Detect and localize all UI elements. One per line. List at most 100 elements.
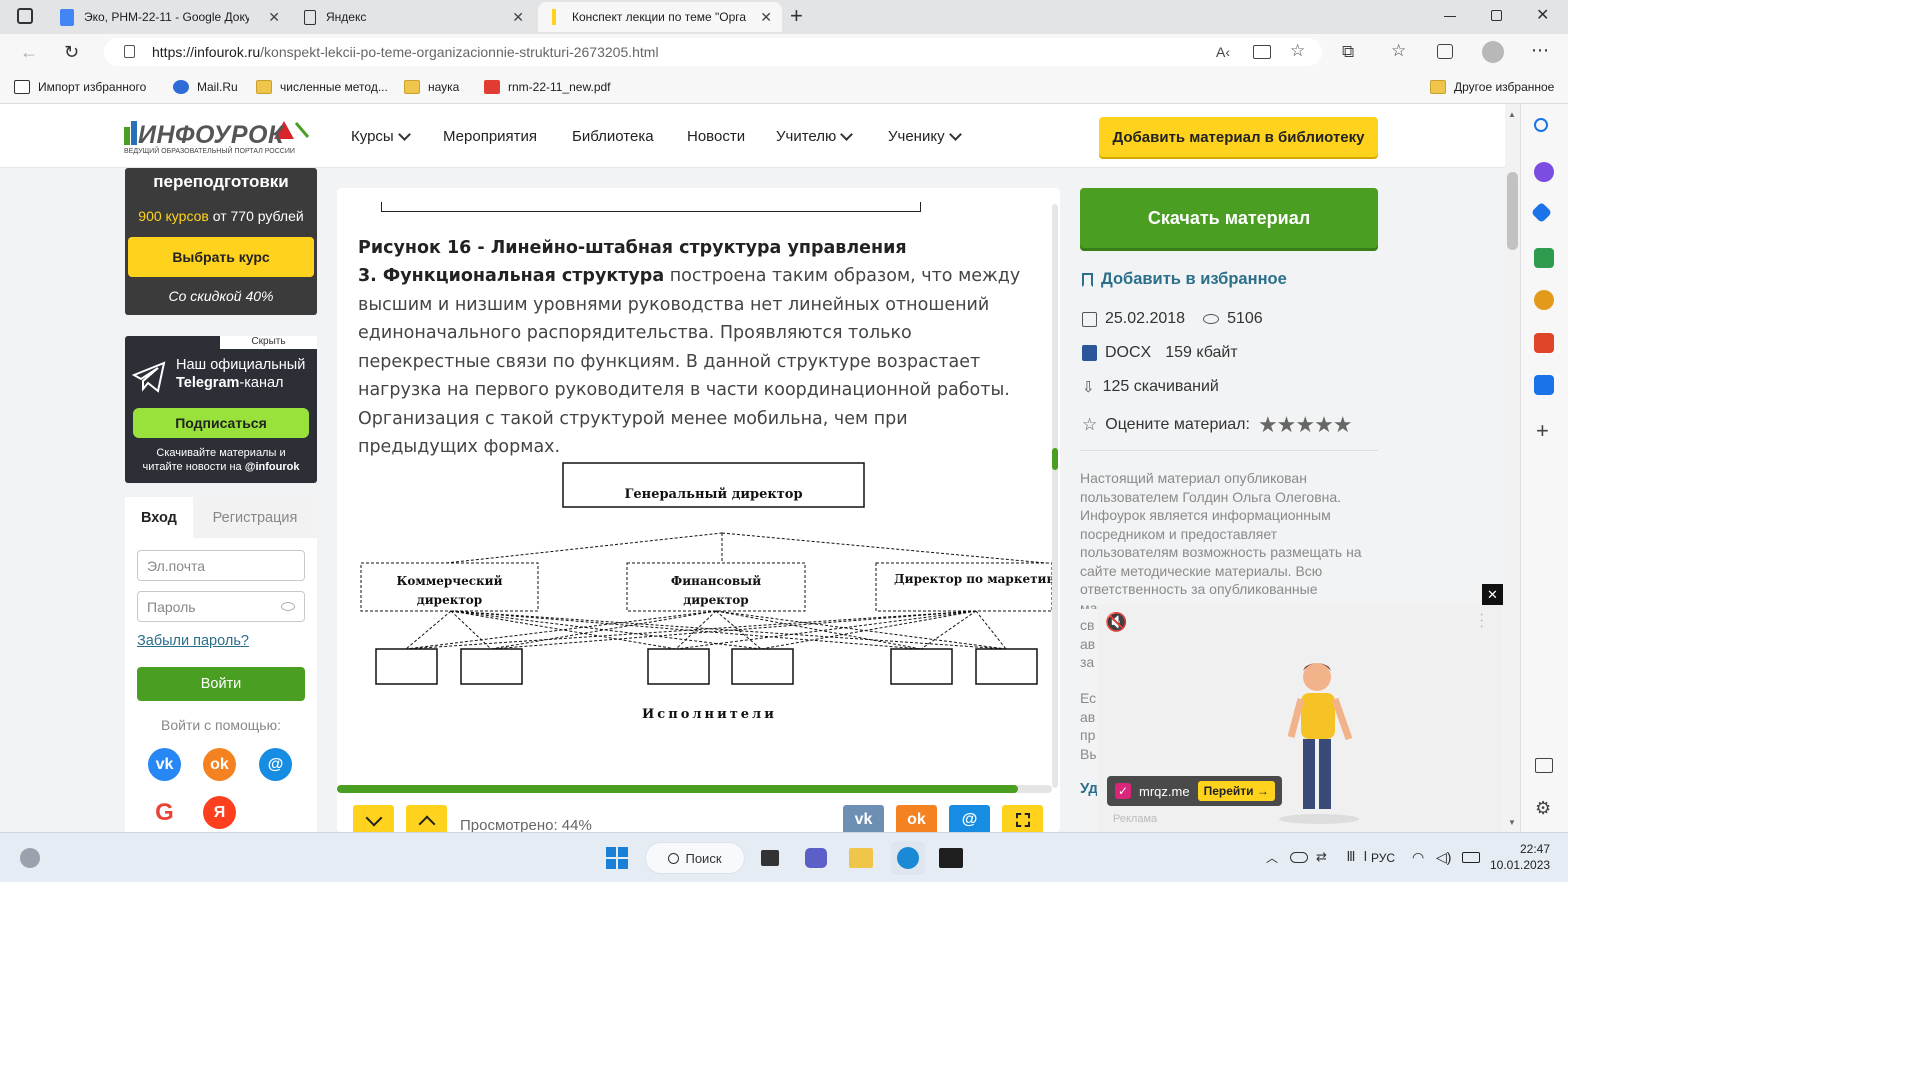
extensions-icon[interactable]: ⧉ (1342, 42, 1354, 62)
ad-label: Реклама (1113, 813, 1158, 825)
refresh-icon[interactable]: ↻ (64, 42, 79, 63)
nav-teacher[interactable]: Учителю (776, 127, 854, 145)
vk-login-button[interactable]: vk (148, 748, 181, 781)
teams-chat-icon[interactable] (805, 848, 827, 868)
reader-icon[interactable] (1253, 45, 1271, 59)
share-mailru-button[interactable]: @ (949, 805, 990, 832)
rating-stars[interactable]: ★★★★★ (1258, 412, 1353, 438)
yandex-login-button[interactable]: Я (203, 796, 236, 829)
task-view-icon[interactable] (761, 850, 779, 866)
maximize-icon[interactable] (1491, 10, 1502, 21)
add-to-favorites-link[interactable]: Добавить в избранное (1082, 270, 1287, 289)
forgot-password-link[interactable]: Забыли пароль? (137, 633, 249, 649)
minimize-icon[interactable] (1444, 16, 1456, 17)
tab-infourok[interactable]: Конспект лекции по теме "Орга ✕ (538, 2, 782, 32)
scroll-up-button[interactable] (406, 805, 447, 832)
games-icon[interactable] (1534, 290, 1554, 310)
ok-login-button[interactable]: ok (203, 748, 236, 781)
fav-folder-methods[interactable]: численные метод... (256, 77, 388, 97)
password-field[interactable]: Пароль (137, 591, 305, 622)
widgets-icon[interactable] (20, 848, 40, 868)
fav-other[interactable]: Другое избранное (1430, 77, 1554, 97)
site-logo[interactable]: ИНФОУРОК ВЕДУЩИЙ ОБРАЗОВАТЕЛЬНЫЙ ПОРТАЛ … (124, 117, 314, 159)
more-menu-icon[interactable]: ⋯ (1531, 40, 1549, 61)
share-vk-button[interactable]: vk (843, 805, 884, 832)
fav-mailru[interactable]: Mail.Ru (173, 77, 238, 97)
hide-promo-link[interactable]: Скрыть (220, 336, 317, 349)
close-tab-icon[interactable]: ✕ (262, 9, 280, 26)
scroll-down-button[interactable] (353, 805, 394, 832)
close-tab-icon[interactable]: ✕ (754, 9, 772, 26)
close-window-icon[interactable]: ✕ (1536, 5, 1549, 25)
viewer-scrollbar[interactable] (1052, 204, 1058, 788)
fav-pdf[interactable]: rnm-22-11_new.pdf (484, 77, 611, 97)
fav-import[interactable]: Импорт избранного (14, 77, 146, 97)
login-button[interactable]: Войти (137, 667, 305, 701)
url-field[interactable]: https://infourok.ru/konspekt-lekcii-po-t… (104, 38, 1322, 66)
profile-avatar[interactable] (1482, 41, 1504, 63)
tray-icons[interactable]: ⇄ ⅢⅠ (1316, 849, 1375, 865)
nav-library[interactable]: Библиотека (572, 128, 654, 145)
scroll-down-arrow[interactable]: ▼ (1508, 818, 1516, 827)
tab-yandex[interactable]: Яндекс ✕ (294, 2, 534, 32)
read-aloud-icon[interactable]: A‹ (1216, 44, 1230, 60)
wifi-icon[interactable]: ◠ (1412, 849, 1424, 866)
scroll-up-arrow[interactable]: ▲ (1508, 110, 1516, 119)
viewer-scroll-thumb[interactable] (1052, 448, 1058, 470)
download-material-button[interactable]: Скачать материал (1080, 188, 1378, 248)
email-field[interactable]: Эл.почта (137, 550, 305, 581)
add-sidebar-icon[interactable]: + (1536, 418, 1549, 444)
edge-taskbar-icon[interactable] (891, 841, 925, 875)
add-material-button[interactable]: Добавить материал в библиотеку (1099, 117, 1378, 157)
show-password-icon[interactable] (281, 602, 295, 611)
battery-icon[interactable] (1462, 852, 1480, 863)
add-favorite-icon[interactable]: ☆ (1290, 41, 1305, 61)
google-login-button[interactable]: G (148, 796, 181, 829)
outlook-icon[interactable] (1534, 375, 1554, 395)
scroll-thumb[interactable] (1507, 172, 1518, 250)
start-button[interactable] (606, 847, 628, 869)
new-tab-button[interactable]: + (790, 3, 803, 29)
tab-register[interactable]: Регистрация (193, 497, 317, 538)
nav-news[interactable]: Новости (687, 128, 745, 145)
tools-icon[interactable] (1534, 248, 1554, 268)
ad-menu-icon[interactable]: · · · (1479, 607, 1484, 635)
fullscreen-button[interactable] (1002, 805, 1043, 832)
office-icon[interactable] (1534, 333, 1554, 353)
choose-course-button[interactable]: Выбрать курс (128, 237, 314, 277)
subscribe-button[interactable]: Подписаться (133, 408, 309, 438)
page-scrollbar[interactable]: ▲ ▼ (1505, 104, 1520, 832)
ad-go-button[interactable]: Перейти → (1197, 781, 1275, 801)
file-explorer-icon[interactable] (849, 848, 873, 868)
tray-chevron-icon[interactable]: ︿ (1266, 849, 1278, 866)
onedrive-icon[interactable] (1290, 852, 1308, 863)
nav-courses[interactable]: Курсы (351, 127, 411, 145)
back-icon[interactable]: ← (20, 42, 38, 63)
video-ad[interactable]: 🔇 · · · ✓ mrqz.me Перейти → Реклама (1097, 604, 1502, 832)
split-view-icon[interactable] (1535, 758, 1553, 773)
notice-link-fragment[interactable]: Уд (1080, 780, 1098, 797)
search-icon[interactable] (1534, 118, 1548, 132)
download-icon: ⇩ (1082, 379, 1095, 396)
ad-cta-bar[interactable]: ✓ mrqz.me Перейти → (1107, 776, 1282, 806)
tab-actions-icon[interactable] (17, 8, 33, 24)
tab-login[interactable]: Вход (141, 510, 177, 526)
muted-icon[interactable]: 🔇 (1105, 612, 1127, 633)
nav-student[interactable]: Ученику (888, 127, 962, 145)
mailru-login-button[interactable]: @ (259, 748, 292, 781)
clock[interactable]: 22:47 10.01.2023 (1490, 841, 1550, 873)
settings-gear-icon[interactable]: ⚙ (1535, 798, 1551, 819)
taskbar-search[interactable]: Поиск (645, 842, 745, 874)
fav-folder-science[interactable]: наука (404, 77, 459, 97)
close-ad-button[interactable]: ✕ (1482, 584, 1503, 605)
tab-google-docs[interactable]: Эко, РНМ-22-11 - Google Докум ✕ (50, 2, 290, 32)
nav-events[interactable]: Мероприятия (443, 128, 537, 145)
favorites-icon[interactable]: ☆ (1391, 41, 1406, 61)
terminal-icon[interactable] (939, 848, 963, 868)
volume-icon[interactable]: ◁) (1436, 849, 1451, 866)
share-ok-button[interactable]: ok (896, 805, 937, 832)
copilot-icon[interactable] (1534, 162, 1554, 182)
language-indicator[interactable]: РУС (1371, 851, 1395, 865)
collections-icon[interactable] (1437, 44, 1453, 59)
close-tab-icon[interactable]: ✕ (506, 9, 524, 26)
